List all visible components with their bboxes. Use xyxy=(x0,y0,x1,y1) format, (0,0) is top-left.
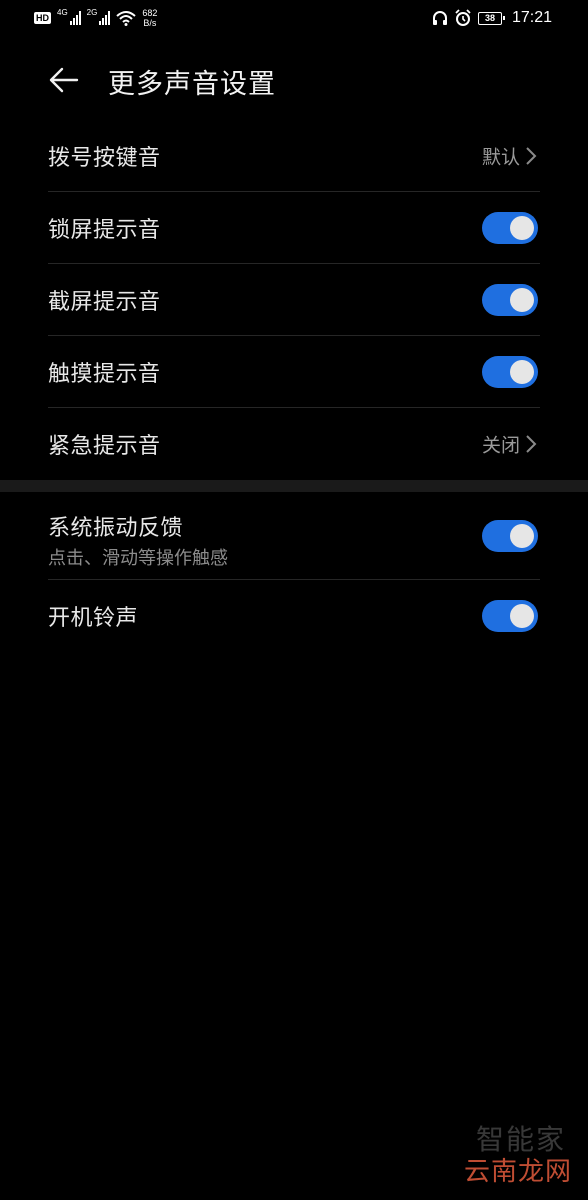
status-right: 38 17:21 xyxy=(432,6,552,30)
settings-group-vibration: 系统振动反馈 点击、滑动等操作触感 开机铃声 xyxy=(48,492,540,652)
setting-dial-pad-tone[interactable]: 拨号按键音 默认 xyxy=(48,120,540,192)
settings-group-sounds: 拨号按键音 默认 锁屏提示音 截屏提示音 触摸提示音 紧急提示音 关闭 xyxy=(48,120,540,480)
chevron-right-icon xyxy=(526,435,537,453)
setting-touch-sound[interactable]: 触摸提示音 xyxy=(48,336,540,408)
setting-screenshot-sound[interactable]: 截屏提示音 xyxy=(48,264,540,336)
back-arrow-icon xyxy=(49,67,79,93)
setting-lock-screen-sound[interactable]: 锁屏提示音 xyxy=(48,192,540,264)
status-time: 17:21 xyxy=(511,9,552,26)
back-button[interactable] xyxy=(40,58,88,102)
chevron-right-icon xyxy=(526,146,537,165)
signal-strength-2-icon xyxy=(99,11,111,25)
touch-sound-toggle[interactable] xyxy=(482,355,538,388)
hd-badge: HD xyxy=(34,12,51,24)
setting-boot-ringtone[interactable]: 开机铃声 xyxy=(48,580,540,652)
setting-emergency-tone[interactable]: 紧急提示音 关闭 xyxy=(48,408,540,480)
alarm-icon xyxy=(455,9,471,26)
network-type-1: 4G xyxy=(57,7,68,17)
setting-label: 系统振动反馈 xyxy=(48,516,184,541)
setting-label: 开机铃声 xyxy=(48,606,139,631)
watermark: 智能家 云南龙网 xyxy=(436,1118,576,1188)
setting-description: 点击、滑动等操作触感 xyxy=(48,548,228,569)
network-speed: 682 B/s xyxy=(142,8,157,28)
network-type-2: 2G xyxy=(86,7,98,17)
status-bar: HD 4G 2G 682 B/s 38 17:21 xyxy=(0,0,588,36)
page-title: 更多声音设置 xyxy=(108,69,276,100)
boot-ringtone-toggle[interactable] xyxy=(482,600,538,632)
toggle-knob xyxy=(510,523,534,548)
signal-strength-icon xyxy=(69,11,81,25)
setting-label: 紧急提示音 xyxy=(48,434,161,459)
toggle-knob xyxy=(510,359,534,384)
haptic-feedback-toggle[interactable] xyxy=(482,519,538,552)
battery-icon: 38 xyxy=(477,11,505,25)
setting-label: 截屏提示音 xyxy=(48,289,161,315)
headphones-icon xyxy=(432,11,447,25)
setting-value: 默认 xyxy=(481,146,520,168)
network-speed-unit: B/s xyxy=(143,18,157,28)
status-left: HD 4G 2G 682 B/s xyxy=(34,6,157,30)
screenshot-sound-toggle[interactable] xyxy=(482,283,538,316)
wifi-icon xyxy=(116,11,137,26)
section-divider xyxy=(0,480,588,492)
watermark-bottom-text: 云南龙网 xyxy=(463,1157,572,1187)
setting-label: 锁屏提示音 xyxy=(48,217,161,243)
lock-screen-sound-toggle[interactable] xyxy=(482,211,538,244)
setting-haptic-feedback[interactable]: 系统振动反馈 点击、滑动等操作触感 xyxy=(48,492,540,580)
setting-label: 触摸提示音 xyxy=(48,361,161,387)
setting-value: 关闭 xyxy=(481,434,520,457)
toggle-knob xyxy=(510,287,534,312)
header: 更多声音设置 xyxy=(0,50,588,110)
network-speed-value: 682 xyxy=(142,8,158,18)
setting-label: 拨号按键音 xyxy=(48,145,161,171)
toggle-knob xyxy=(510,604,534,628)
toggle-knob xyxy=(510,215,534,240)
